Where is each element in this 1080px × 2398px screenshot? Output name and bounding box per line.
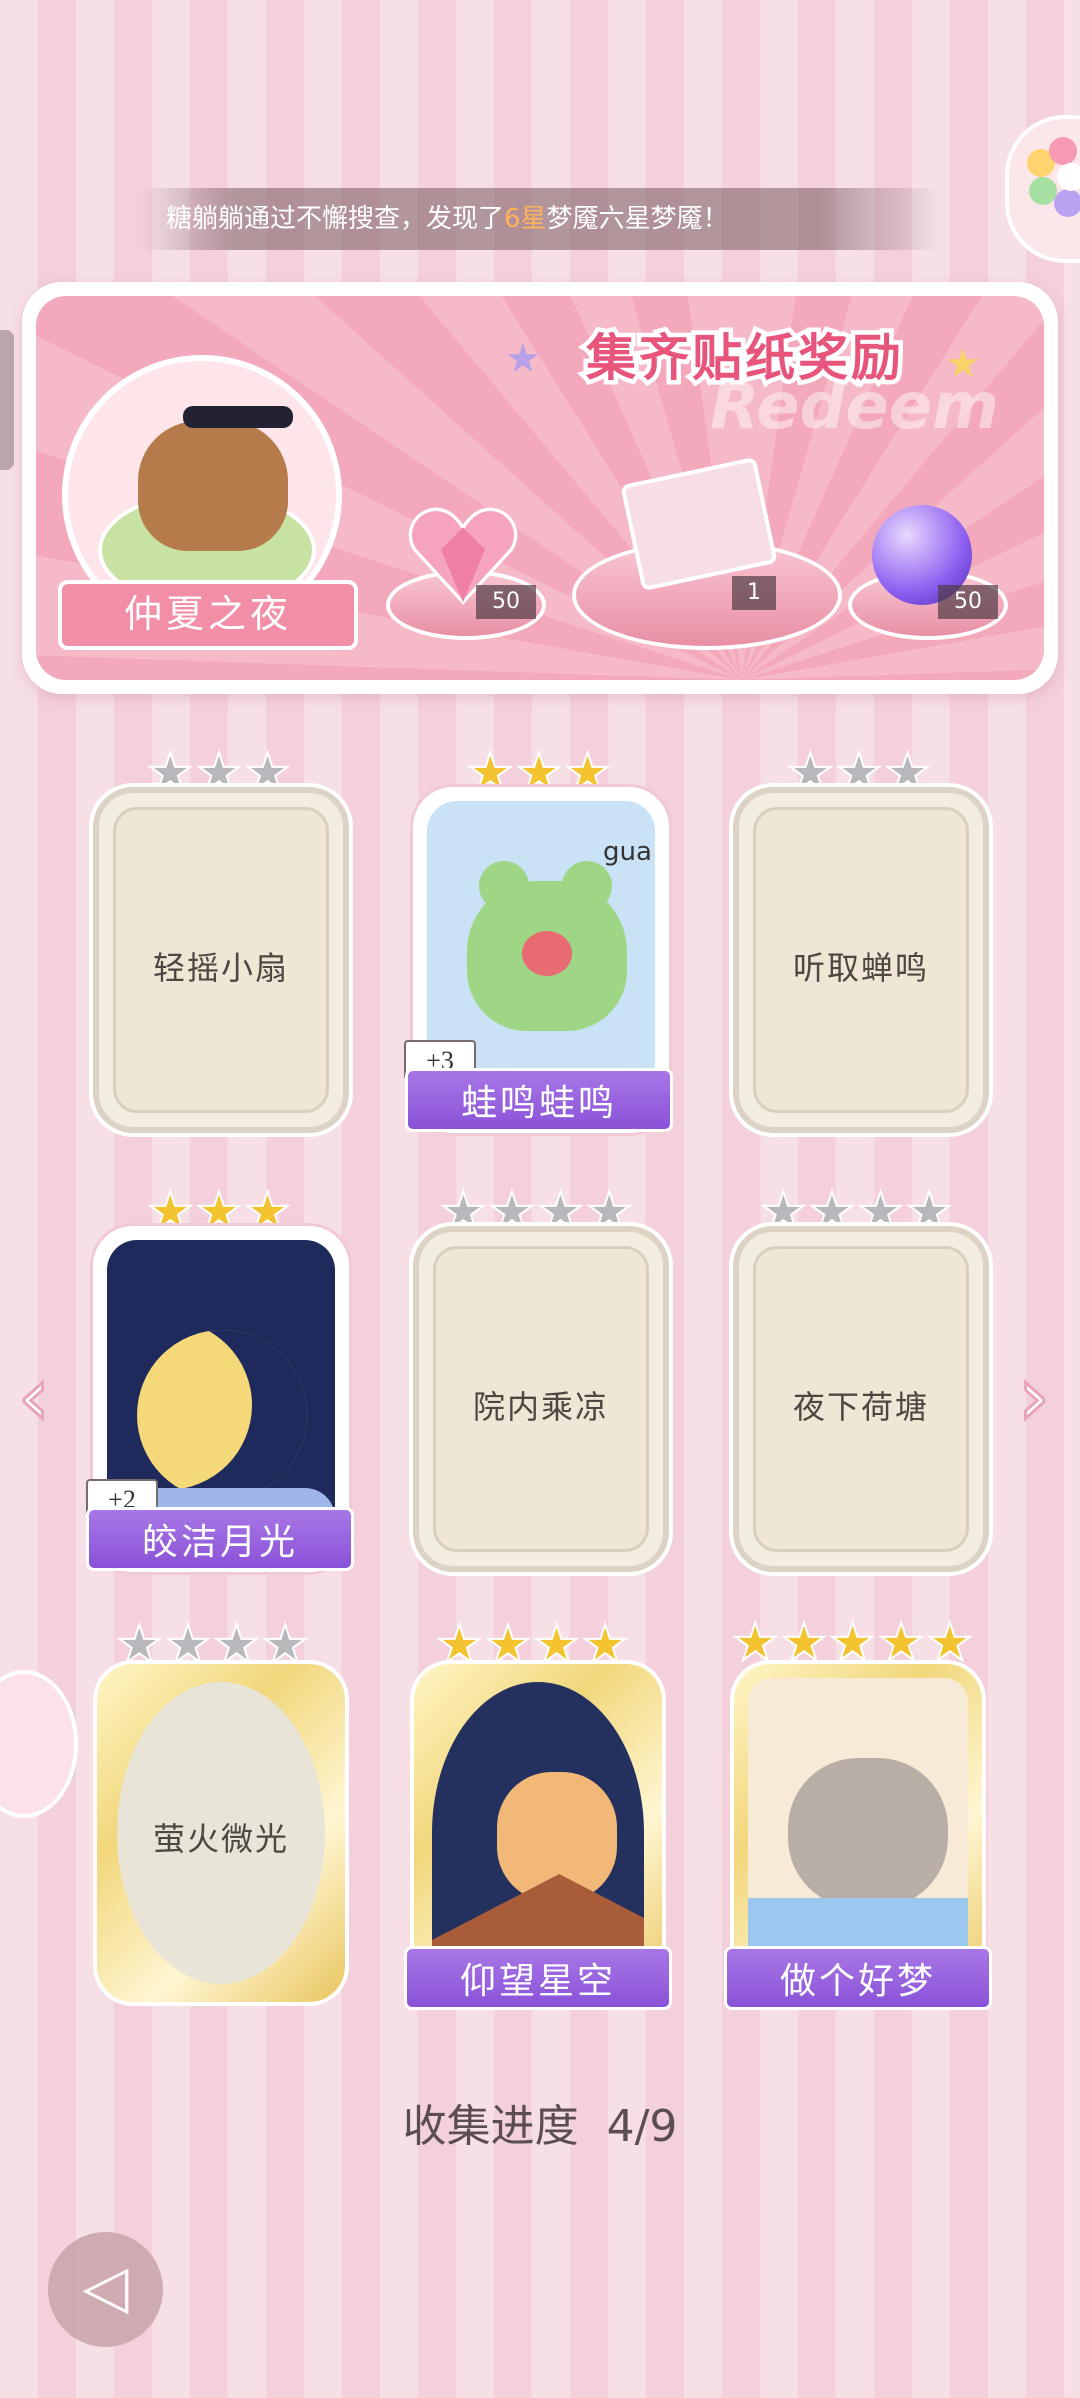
sticker-name: 轻摇小扇 bbox=[152, 950, 289, 986]
sticker-card[interactable]: 夜下荷塘 bbox=[733, 1226, 989, 1572]
sticker-caption: gua bbox=[603, 837, 652, 867]
sticker-name: 做个好梦 bbox=[724, 1946, 992, 2010]
sticker-name: 萤火微光 bbox=[152, 1821, 289, 1857]
sticker-card[interactable]: 轻摇小扇 bbox=[93, 787, 349, 1133]
discovery-notice: 糖躺躺通过不懈搜查，发现了6星梦魇六星梦魇！ bbox=[140, 188, 940, 250]
notice-prefix: 糖躺躺通过不懈搜查，发现了 bbox=[166, 204, 505, 234]
progress-value: 4/9 bbox=[606, 2101, 678, 2152]
back-button[interactable]: ◁ bbox=[48, 2232, 163, 2347]
notice-suffix: 梦魇六星梦魇！ bbox=[546, 204, 729, 234]
reward-quantity: 1 bbox=[732, 576, 776, 610]
sticker-name: 蛙鸣蛙鸣 bbox=[405, 1068, 673, 1132]
capybara-icon bbox=[138, 421, 288, 551]
reward-panel-title: 集齐贴纸奖励 bbox=[582, 325, 906, 392]
sticker-name: 听取蝉鸣 bbox=[792, 950, 929, 986]
sticker-name: 院内乘凉 bbox=[472, 1389, 609, 1425]
next-page-arrow[interactable]: › bbox=[1017, 1349, 1052, 1445]
hamster-illustration bbox=[432, 1682, 644, 1984]
reward-quantity: 50 bbox=[476, 585, 536, 619]
back-arrow-icon: ◁ bbox=[82, 2252, 129, 2322]
sticker-card[interactable]: 听取蝉鸣 bbox=[733, 787, 989, 1133]
flower-menu-icon[interactable] bbox=[1005, 115, 1080, 263]
collection-progress: 收集进度 4/9 bbox=[0, 2090, 1080, 2154]
sticker-name: 皎洁月光 bbox=[86, 1507, 354, 1571]
previous-page-arrow[interactable]: ‹ bbox=[17, 1349, 52, 1445]
sticker-name: 夜下荷塘 bbox=[792, 1389, 929, 1425]
sticker-card[interactable]: 院内乘凉 bbox=[413, 1226, 669, 1572]
reward-quantity: 50 bbox=[938, 585, 998, 619]
sunglasses-icon bbox=[183, 406, 293, 428]
side-fan-icon[interactable] bbox=[0, 1670, 78, 1818]
sticker-card[interactable]: 萤火微光 bbox=[93, 1660, 349, 2006]
progress-label: 收集进度 bbox=[402, 2101, 579, 2152]
side-drawer-handle[interactable] bbox=[0, 330, 14, 470]
album-name: 仲夏之夜 bbox=[58, 580, 358, 650]
notice-highlight: 6星 bbox=[504, 204, 547, 234]
sticker-name: 仰望星空 bbox=[404, 1946, 672, 2010]
koala-illustration bbox=[748, 1678, 968, 1988]
